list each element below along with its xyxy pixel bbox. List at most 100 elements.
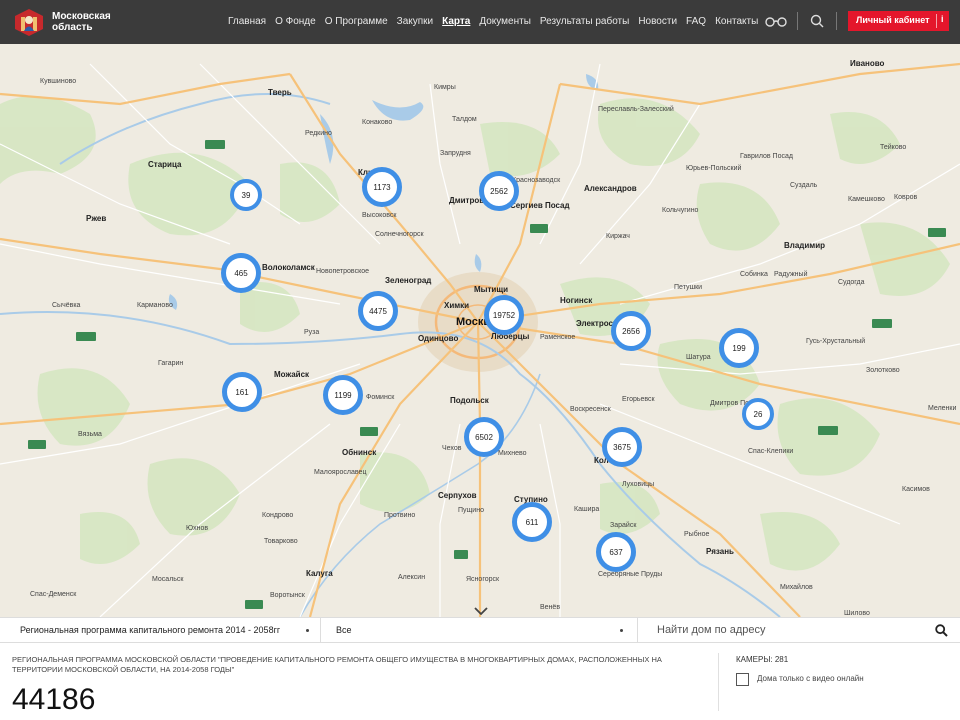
place-label: Переславль-Залесский — [598, 106, 674, 113]
map-cluster[interactable]: 161 — [222, 372, 262, 412]
main-nav: Главная О Фонде О Программе Закупки Карт… — [228, 16, 758, 30]
glasses-icon[interactable] — [765, 14, 787, 28]
chevron-down-icon[interactable] — [474, 607, 488, 615]
place-label: Краснозаводск — [512, 177, 561, 184]
place-label: Калуга — [306, 569, 333, 578]
personal-cabinet-button[interactable]: Личный кабинет i — [848, 11, 949, 31]
place-label: Можайск — [274, 370, 310, 379]
place-label: Венёв — [540, 604, 561, 611]
logo-line2: область — [52, 22, 93, 33]
place-label: Воротынск — [270, 592, 305, 599]
nav-item-documents[interactable]: Документы — [479, 16, 531, 30]
place-label: Дмитров — [449, 196, 485, 205]
place-label: Юхнов — [186, 525, 209, 532]
place-label: Гаврилов Посад — [740, 153, 793, 160]
place-label: Зеленоград — [385, 276, 432, 285]
place-label: Мытищи — [474, 285, 508, 294]
place-label: Новопетровское — [316, 268, 369, 275]
online-only-checkbox[interactable] — [736, 673, 749, 686]
place-label: Иваново — [850, 59, 885, 68]
place-label: Суздаль — [790, 182, 818, 189]
place-label: Химки — [444, 301, 470, 310]
nav-item-results[interactable]: Результаты работы — [540, 16, 629, 30]
place-label: Рыбное — [684, 531, 710, 538]
logo-text[interactable]: Московская область — [52, 11, 111, 33]
place-label: Кольчугино — [662, 207, 699, 214]
filter-bar: Региональная программа капитального ремо… — [0, 617, 960, 643]
search-icon[interactable] — [810, 14, 824, 28]
cabinet-label: Личный кабинет — [856, 15, 930, 25]
map-cluster[interactable]: 1173 — [362, 167, 402, 207]
map-cluster[interactable]: 465 — [221, 253, 261, 293]
place-label: Гагарин — [158, 360, 184, 367]
dropdown-icon — [620, 629, 623, 632]
nav-item-about-fund[interactable]: О Фонде — [275, 16, 316, 30]
program-info: Региональная программа Московской област… — [0, 643, 960, 720]
divider — [718, 653, 719, 711]
place-label: Фоминск — [366, 394, 395, 401]
place-label: Обнинск — [342, 448, 377, 457]
map-cluster[interactable]: 1199 — [323, 375, 363, 415]
map-view[interactable]: Тверь Кувшиново Старица Ржев Волоколамск… — [0, 44, 960, 617]
place-label: Кувшиново — [40, 78, 77, 85]
place-label: Мосальск — [152, 576, 184, 583]
map-cluster[interactable]: 2562 — [479, 171, 519, 211]
map-cluster[interactable]: 26 — [742, 398, 774, 430]
place-label: Малоярославец — [314, 469, 367, 476]
place-label: Чехов — [442, 445, 462, 452]
place-label: Руза — [304, 329, 320, 336]
logo-icon[interactable] — [12, 7, 46, 37]
place-label: Ржев — [86, 214, 107, 223]
divider — [637, 618, 638, 642]
map-cluster[interactable]: 39 — [230, 179, 262, 211]
place-label: Товарково — [264, 538, 298, 545]
nav-item-purchases[interactable]: Закупки — [397, 16, 433, 30]
place-label: Юрьев-Польский — [686, 165, 742, 172]
district-select[interactable]: Все — [320, 618, 636, 642]
place-label: Кимры — [434, 84, 456, 91]
map-cluster[interactable]: 199 — [719, 328, 759, 368]
map-cluster[interactable]: 4475 — [358, 291, 398, 331]
map-cluster[interactable]: 19752 — [484, 295, 524, 335]
place-label: Ясногорск — [466, 576, 500, 583]
nav-item-contacts[interactable]: Контакты — [715, 16, 758, 30]
map-cluster[interactable]: 611 — [512, 502, 552, 542]
place-label: Воскресенск — [570, 406, 611, 413]
search-icon[interactable] — [935, 624, 948, 637]
logo-line1: Московская — [52, 11, 111, 22]
place-label: Кондрово — [262, 512, 294, 519]
place-label: Волоколамск — [262, 263, 315, 272]
place-label: Луховицы — [622, 481, 655, 488]
map-cluster[interactable]: 6502 — [464, 417, 504, 457]
dropdown-icon — [306, 629, 309, 632]
place-label: Меленки — [928, 405, 957, 412]
place-label: Тверь — [268, 88, 292, 97]
place-label: Серпухов — [438, 491, 477, 500]
nav-item-home[interactable]: Главная — [228, 16, 266, 30]
place-label: Подольск — [450, 396, 489, 405]
place-label: Спас-Деменск — [30, 591, 77, 598]
map-cluster[interactable]: 3675 — [602, 427, 642, 467]
nav-item-news[interactable]: Новости — [638, 16, 677, 30]
nav-item-map[interactable]: Карта — [442, 16, 470, 30]
place-label: Киржач — [606, 233, 630, 240]
place-label: Золотково — [866, 367, 900, 374]
program-select[interactable]: Региональная программа капитального ремо… — [0, 618, 320, 642]
map-cluster[interactable]: 637 — [596, 532, 636, 572]
nav-item-about-program[interactable]: О Программе — [325, 16, 388, 30]
nav-item-faq[interactable]: FAQ — [686, 16, 706, 30]
map-cluster[interactable]: 2656 — [611, 311, 651, 351]
place-label: Судогда — [838, 279, 865, 286]
total-count: 44186 — [12, 683, 96, 716]
place-label: Радужный — [774, 271, 808, 278]
place-label: Пущино — [458, 507, 484, 514]
place-label: Сычёвка — [52, 302, 81, 309]
place-label: Одинцово — [418, 334, 459, 343]
place-label: Михнево — [498, 450, 527, 457]
cameras-count: Камеры: 281 — [736, 655, 789, 664]
program-select-value: Региональная программа капитального ремо… — [20, 625, 281, 635]
online-only-label[interactable]: Дома только с видео онлайн — [757, 674, 867, 684]
place-label: Ногинск — [560, 296, 593, 305]
address-search-input[interactable] — [647, 621, 922, 639]
place-label: Камешково — [848, 196, 885, 203]
